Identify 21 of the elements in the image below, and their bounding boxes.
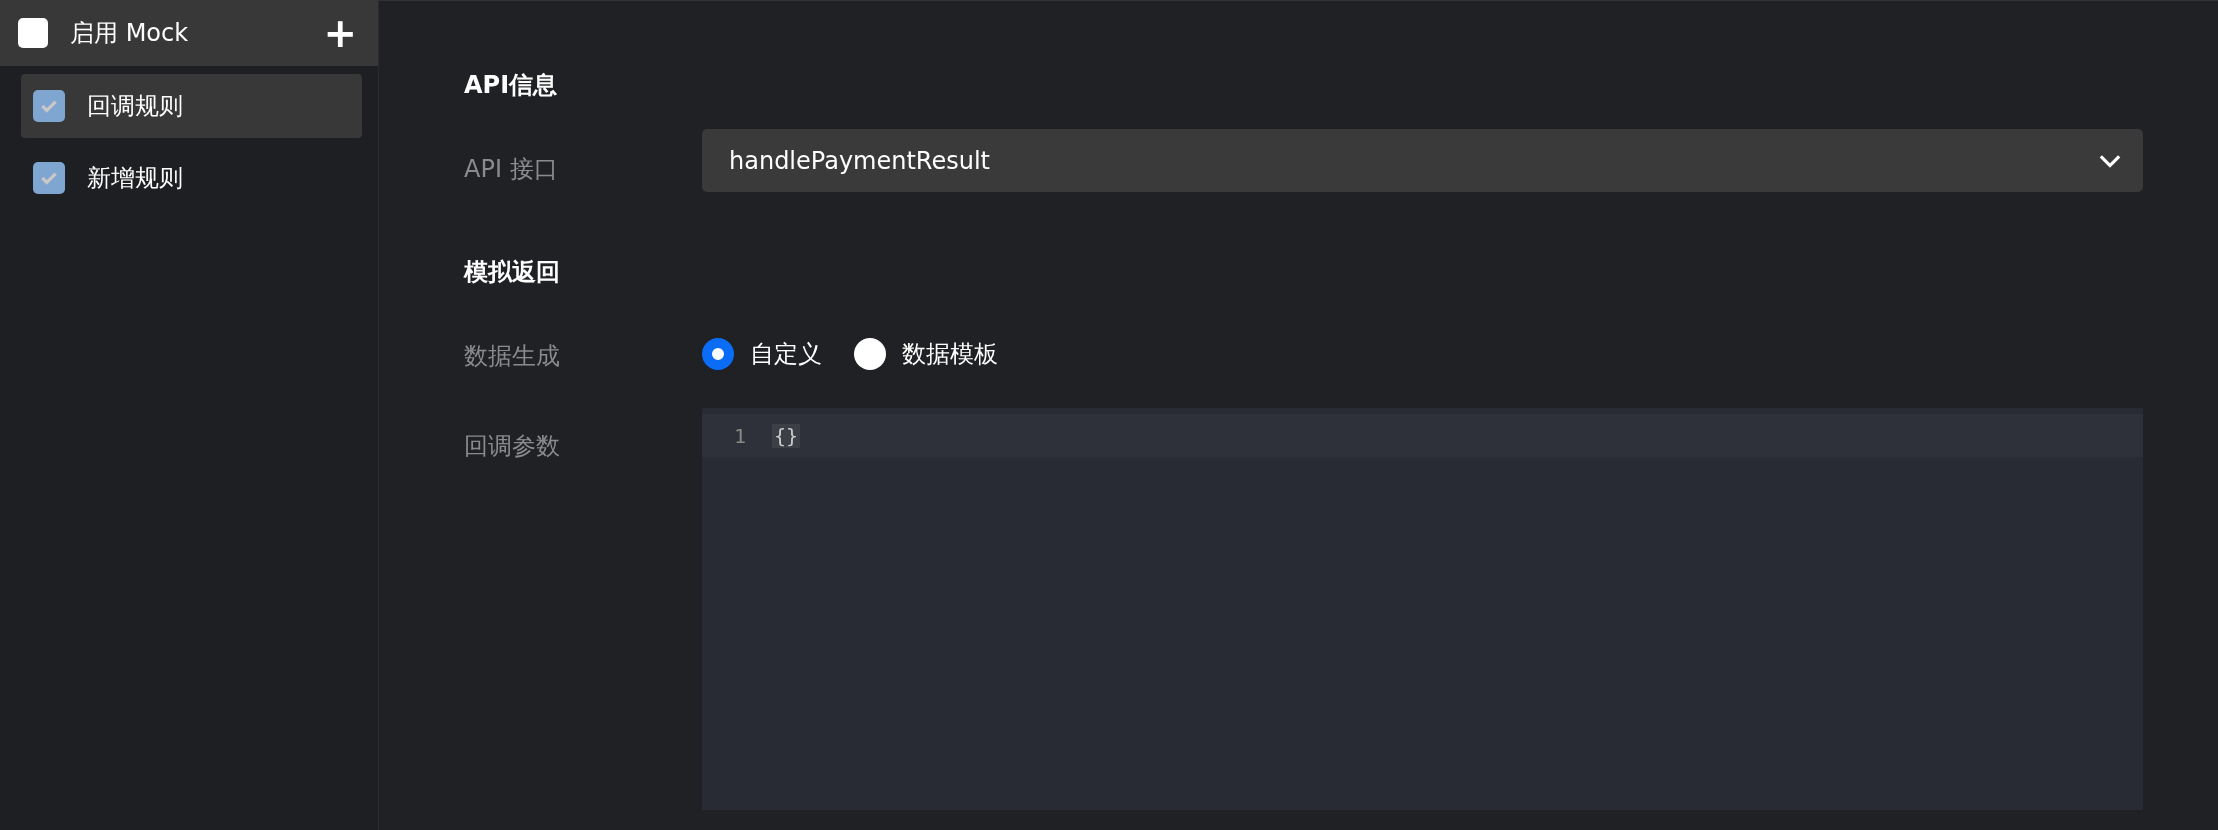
rule-item[interactable]: 新增规则 xyxy=(21,146,362,210)
enable-mock-label: 启用 Mock xyxy=(70,18,190,49)
section-title: API信息 xyxy=(464,70,559,99)
section-title: 模拟返回 xyxy=(464,257,561,286)
api-select[interactable]: handlePaymentResult xyxy=(702,129,2143,192)
code-text: {} xyxy=(772,423,801,448)
line-number: 1 xyxy=(732,423,746,448)
chevron-down-icon xyxy=(2099,153,2121,168)
radio-option[interactable]: 数据模板 xyxy=(854,338,998,370)
radio-button[interactable] xyxy=(854,338,886,370)
field-label: 数据生成 xyxy=(464,341,561,372)
radio-button[interactable] xyxy=(702,338,734,370)
rule-checkbox[interactable] xyxy=(33,162,65,194)
enable-checkbox[interactable] xyxy=(18,18,48,48)
add-button[interactable]: + xyxy=(317,13,363,53)
rule-checkbox[interactable] xyxy=(33,90,65,122)
code-editor[interactable]: 1 {} xyxy=(702,408,2143,810)
rule-item[interactable]: 回调规则 xyxy=(21,74,362,138)
field-label: 回调参数 xyxy=(464,431,561,462)
field-label: API 接口 xyxy=(464,154,559,185)
radio-option[interactable]: 自定义 xyxy=(702,338,822,370)
